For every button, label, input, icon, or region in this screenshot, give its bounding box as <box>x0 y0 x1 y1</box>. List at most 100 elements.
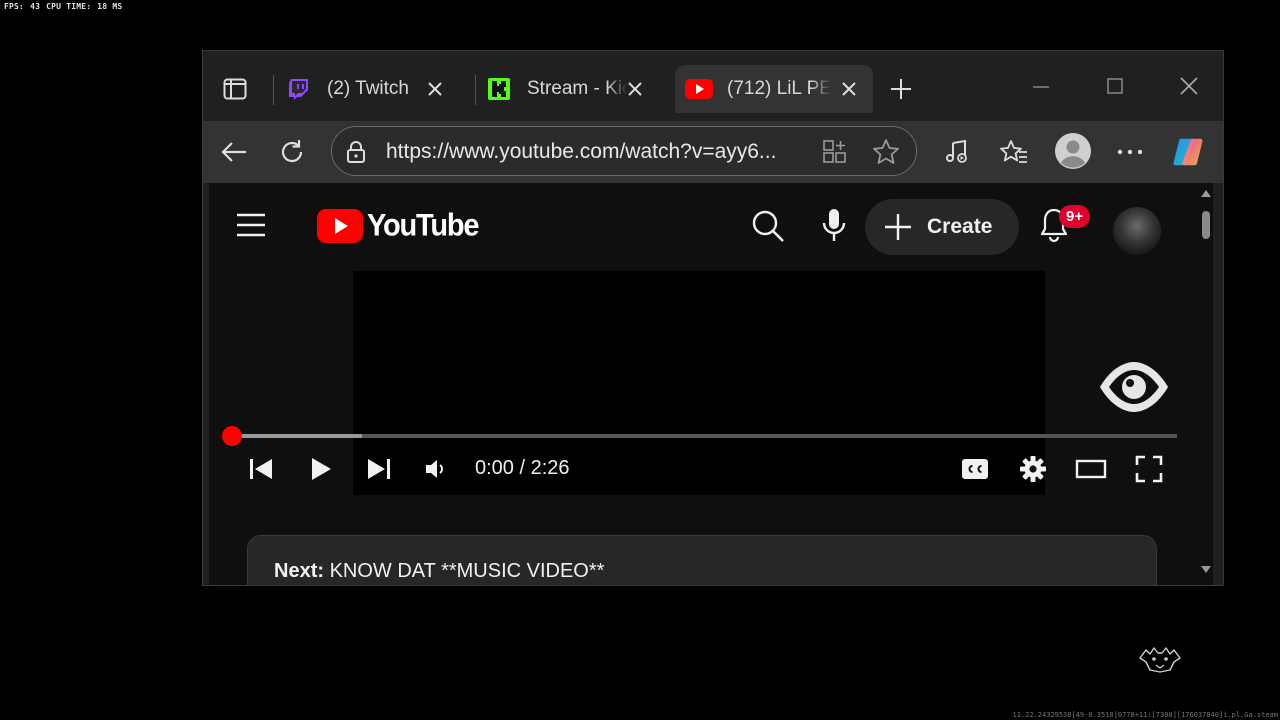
star-icon[interactable] <box>872 138 900 166</box>
browser-window: (2) Twitch Stream - Kick (712) LiL PEEP <box>202 50 1224 586</box>
music-note-icon <box>946 139 967 163</box>
page-scrollbar[interactable] <box>1199 183 1213 585</box>
overlay-debug-code: 11.22.24329538[49-0.3510]0778+11:[7300][… <box>1012 711 1278 719</box>
video-player[interactable]: 0:00 / 2:26 <box>209 271 1199 495</box>
more-options-button[interactable] <box>1113 135 1147 169</box>
profile-button[interactable] <box>1053 131 1093 171</box>
address-bar[interactable]: https://www.youtube.com/watch?v=ayy6... <box>331 126 917 176</box>
plus-icon <box>885 214 911 240</box>
microphone-icon[interactable] <box>821 207 847 245</box>
copilot-button[interactable] <box>1171 135 1205 169</box>
performance-overlay: FPS: 43 CPU TIME: 18 MS <box>4 2 128 11</box>
lock-icon <box>347 141 365 163</box>
tab-close-button[interactable] <box>837 77 861 101</box>
youtube-logo-text: YouTube <box>367 208 480 243</box>
close-icon <box>428 82 442 96</box>
tab-separator <box>475 75 476 105</box>
cpu-value: 18 MS <box>97 2 123 11</box>
fps-value: 43 <box>30 2 41 11</box>
copilot-icon <box>1173 138 1203 166</box>
youtube-logo[interactable]: YouTube <box>317 208 480 243</box>
scroll-thumb[interactable] <box>1202 211 1210 239</box>
media-control-button[interactable] <box>940 135 974 169</box>
youtube-header: YouTube Create 9+ <box>209 183 1213 271</box>
page-viewport: YouTube Create 9+ 0:00 / 2:26 Next: KNOW… <box>209 183 1213 585</box>
arrow-left-icon <box>221 142 246 162</box>
create-label: Create <box>927 215 993 238</box>
captions-button[interactable] <box>959 453 991 485</box>
scroll-down-arrow-icon[interactable] <box>1200 563 1212 575</box>
plus-icon <box>891 79 911 99</box>
more-horizontal-icon <box>1117 149 1143 155</box>
play-button[interactable] <box>305 453 337 485</box>
play-icon <box>312 458 331 480</box>
refresh-icon <box>281 140 303 163</box>
tab-kick[interactable]: Stream - Kick <box>485 65 665 113</box>
close-icon <box>842 82 856 96</box>
favorites-icon <box>1000 140 1027 163</box>
video-frame[interactable] <box>353 271 1045 495</box>
twitch-icon <box>289 79 308 100</box>
theater-mode-button[interactable] <box>1075 453 1107 485</box>
progress-bar[interactable] <box>229 434 1177 438</box>
theater-mode-icon <box>1075 459 1107 479</box>
next-button[interactable] <box>363 453 395 485</box>
tab-twitch[interactable]: (2) Twitch <box>285 65 465 113</box>
favorites-button[interactable] <box>997 135 1031 169</box>
gear-icon <box>1020 456 1046 482</box>
up-next-card[interactable]: Next: KNOW DAT **MUSIC VIDEO** <box>247 535 1157 585</box>
skip-previous-icon <box>250 459 272 479</box>
previous-button[interactable] <box>245 453 277 485</box>
browser-toolbar: https://www.youtube.com/watch?v=ayy6... <box>203 121 1223 183</box>
avatar-icon <box>1055 133 1091 169</box>
closed-captions-icon <box>962 459 988 479</box>
youtube-play-logo-icon <box>317 209 363 243</box>
refresh-button[interactable] <box>275 135 309 169</box>
tab-bar: (2) Twitch Stream - Kick (712) LiL PEEP <box>203 51 1223 121</box>
cpu-label: CPU TIME: <box>46 2 92 11</box>
minimize-icon <box>1033 86 1049 88</box>
fullscreen-button[interactable] <box>1133 453 1165 485</box>
sidebar-panel-icon <box>223 78 247 100</box>
account-avatar[interactable] <box>1113 207 1161 255</box>
scroll-up-arrow-icon[interactable] <box>1200 187 1212 199</box>
up-next-text: Next: KNOW DAT **MUSIC VIDEO** <box>274 560 604 583</box>
progress-scrubber[interactable] <box>222 426 242 446</box>
skip-next-icon <box>368 459 390 479</box>
close-icon <box>1180 77 1198 95</box>
maximize-button[interactable] <box>1095 71 1135 101</box>
tab-actions-button[interactable] <box>221 75 249 103</box>
tab-title: Stream - Kick <box>527 78 627 99</box>
tab-youtube[interactable]: (712) LiL PEEP <box>675 65 873 113</box>
back-button[interactable] <box>217 135 251 169</box>
kick-icon <box>488 78 510 100</box>
up-next-title: KNOW DAT **MUSIC VIDEO** <box>329 560 605 582</box>
progress-buffer <box>229 434 362 438</box>
maximize-icon <box>1107 78 1123 94</box>
tab-title: (2) Twitch <box>327 78 410 99</box>
tab-separator <box>273 75 274 105</box>
tab-close-button[interactable] <box>423 77 447 101</box>
youtube-icon <box>685 79 713 99</box>
minimize-button[interactable] <box>1021 71 1061 101</box>
menu-icon[interactable] <box>235 211 267 239</box>
settings-button[interactable] <box>1017 453 1049 485</box>
create-button[interactable]: Create <box>865 199 1019 255</box>
url-text: https://www.youtube.com/watch?v=ayy6... <box>386 140 777 163</box>
close-window-button[interactable] <box>1169 71 1209 101</box>
volume-button[interactable] <box>421 453 453 485</box>
eye-icon <box>1100 362 1168 412</box>
notification-badge: 9+ <box>1059 205 1091 228</box>
volume-icon <box>426 460 443 478</box>
tab-title: (712) LiL PEEP <box>727 78 831 99</box>
tab-close-button[interactable] <box>623 77 647 101</box>
up-next-label: Next: <box>274 560 325 582</box>
close-icon <box>628 82 642 96</box>
search-icon[interactable] <box>751 209 785 243</box>
app-available-icon[interactable] <box>822 139 848 165</box>
fullscreen-icon <box>1135 455 1163 483</box>
time-display: 0:00 / 2:26 <box>475 457 570 479</box>
new-tab-button[interactable] <box>887 75 915 103</box>
fps-label: FPS: <box>4 2 25 11</box>
wolf-logo-icon <box>1139 647 1181 673</box>
